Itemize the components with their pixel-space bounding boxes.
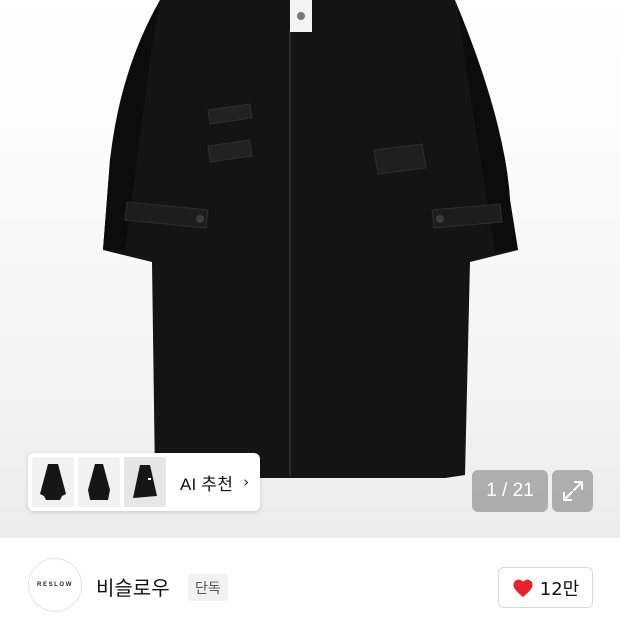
brand-name[interactable]: 비슬로우 [96, 572, 170, 601]
like-count: 12만 [539, 578, 580, 600]
image-counter: 1 / 21 [472, 470, 548, 512]
product-image[interactable]: AI 추천 › 1 / 21 [0, 0, 620, 538]
expand-arrows-icon [562, 481, 583, 501]
like-button[interactable]: 12만 [498, 567, 593, 608]
ai-recommend-label: AI 추천 [180, 474, 234, 494]
coat-thumbnail-1[interactable] [32, 457, 74, 507]
brand-logo[interactable]: RESLOW [28, 558, 82, 612]
ai-recommend-strip[interactable]: AI 추천 › [28, 453, 260, 511]
coat-thumbnail-2[interactable] [78, 457, 120, 507]
coat-thumbnail-3[interactable] [124, 457, 166, 507]
heart-icon [513, 579, 533, 597]
exclusive-badge: 단독 [188, 574, 228, 601]
expand-button[interactable] [552, 470, 593, 512]
product-detail-screen: AI 추천 › 1 / 21 RESLOW 비슬로우 단독 12만 [0, 0, 620, 620]
chevron-right-icon: › [243, 473, 250, 491]
